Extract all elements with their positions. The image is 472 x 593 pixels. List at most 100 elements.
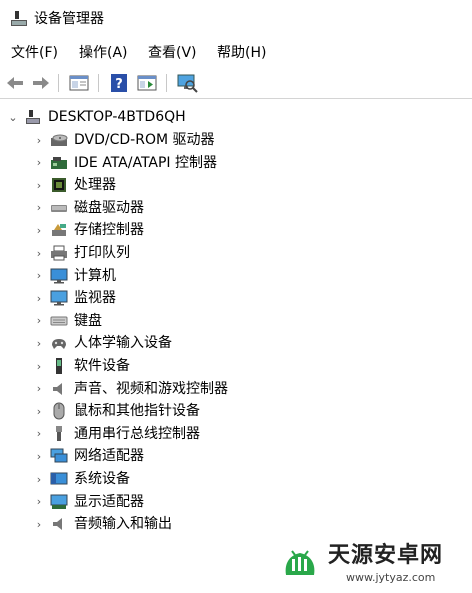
tree-item-label: 存储控制器 xyxy=(74,222,144,239)
properties-button[interactable] xyxy=(68,72,90,94)
tree-item-label: 显示适配器 xyxy=(74,493,144,510)
update-driver-button[interactable] xyxy=(136,72,158,94)
tree-item[interactable]: › IDE ATA/ATAPI 控制器 xyxy=(32,152,217,174)
tree-item[interactable]: › 打印队列 xyxy=(32,242,130,264)
device-tree: ⌄ DESKTOP-4BTD6QH › DVD/CD-ROM 驱动器 › IDE AT… xyxy=(0,100,472,593)
tree-item-label: 音频输入和输出 xyxy=(74,516,172,533)
display-adapter-icon xyxy=(50,493,68,511)
tree-item-label: 通用串行总线控制器 xyxy=(74,425,200,442)
system-device-icon xyxy=(50,470,68,488)
back-icon xyxy=(7,77,23,89)
tree-item[interactable]: › 系统设备 xyxy=(32,468,130,490)
tree-item[interactable]: › 存储控制器 xyxy=(32,219,144,241)
menu-view[interactable]: 查看(V) xyxy=(146,43,199,63)
audio-io-icon xyxy=(50,515,68,533)
menu-help[interactable]: 帮助(H) xyxy=(215,43,268,63)
chevron-right-icon[interactable]: › xyxy=(32,291,46,305)
software-device-icon xyxy=(50,357,68,375)
toolbar-separator xyxy=(166,74,167,92)
tree-item-label: 键盘 xyxy=(74,312,102,329)
processor-icon xyxy=(50,176,68,194)
chevron-right-icon[interactable]: › xyxy=(32,517,46,531)
dvd-icon xyxy=(50,131,68,149)
tree-item-label: 磁盘驱动器 xyxy=(74,199,144,216)
title-bar: 设备管理器 xyxy=(0,0,472,38)
tree-item-label: DVD/CD-ROM 驱动器 xyxy=(74,132,215,148)
chevron-right-icon[interactable]: › xyxy=(32,404,46,418)
chevron-right-icon[interactable]: › xyxy=(32,178,46,192)
disk-drive-icon xyxy=(50,199,68,217)
storage-controller-icon xyxy=(50,221,68,239)
tree-root-node[interactable]: ⌄ DESKTOP-4BTD6QH xyxy=(6,106,186,128)
tree-item-label: 打印队列 xyxy=(74,245,130,261)
chevron-right-icon[interactable]: › xyxy=(32,246,46,260)
tree-item[interactable]: › 人体学输入设备 xyxy=(32,332,172,354)
menu-bar: 文件(F) 操作(A) 查看(V) 帮助(H) xyxy=(0,40,472,66)
tree-item-label: 计算机 xyxy=(74,267,116,284)
ide-controller-icon xyxy=(50,154,68,172)
tree-item-label: IDE ATA/ATAPI 控制器 xyxy=(74,154,218,171)
menu-action[interactable]: 操作(A) xyxy=(77,43,130,63)
chevron-down-icon[interactable]: ⌄ xyxy=(6,110,20,124)
toolbar-separator xyxy=(98,74,99,92)
tree-item-label: 人体学输入设备 xyxy=(74,335,172,352)
tree-item[interactable]: › 声音、视频和游戏控制器 xyxy=(32,378,228,400)
watermark-logo-icon xyxy=(285,550,315,575)
chevron-right-icon[interactable]: › xyxy=(32,201,46,215)
properties-icon xyxy=(69,75,89,91)
chevron-right-icon[interactable]: › xyxy=(32,472,46,486)
toolbar-separator xyxy=(58,74,59,92)
chevron-right-icon[interactable]: › xyxy=(32,269,46,283)
usb-icon xyxy=(50,425,68,443)
svg-text:?: ? xyxy=(115,77,123,92)
help-button[interactable]: ? xyxy=(108,72,130,94)
printer-icon xyxy=(50,244,68,262)
toolbar: ? xyxy=(0,68,472,99)
chevron-right-icon[interactable]: › xyxy=(32,382,46,396)
tree-item[interactable]: › 显示适配器 xyxy=(32,491,144,513)
chevron-right-icon[interactable]: › xyxy=(32,223,46,237)
chevron-right-icon[interactable]: › xyxy=(32,449,46,463)
watermark: 天源安卓网 www.jytyaz.com xyxy=(280,540,472,593)
tree-item-label: 声音、视频和游戏控制器 xyxy=(74,380,228,397)
tree-item[interactable]: › 磁盘驱动器 xyxy=(32,197,144,219)
chevron-right-icon[interactable]: › xyxy=(32,314,46,328)
menu-file[interactable]: 文件(F) xyxy=(9,43,60,63)
device-manager-app-icon xyxy=(11,11,27,26)
tree-item[interactable]: › 软件设备 xyxy=(32,355,130,377)
tree-item-label: 监视器 xyxy=(74,290,116,307)
tree-item[interactable]: › 键盘 xyxy=(32,310,102,332)
scan-hardware-icon xyxy=(177,74,198,93)
tree-item-label: 网络适配器 xyxy=(74,448,144,465)
sound-icon xyxy=(50,380,68,398)
chevron-right-icon[interactable]: › xyxy=(32,359,46,373)
chevron-right-icon[interactable]: › xyxy=(32,156,46,170)
tree-item[interactable]: › 监视器 xyxy=(32,287,116,309)
chevron-right-icon[interactable]: › xyxy=(32,495,46,509)
forward-button[interactable] xyxy=(30,72,52,94)
help-icon: ? xyxy=(111,74,127,92)
tree-item[interactable]: › 通用串行总线控制器 xyxy=(32,423,200,445)
chevron-right-icon[interactable]: › xyxy=(32,336,46,350)
tree-item[interactable]: › 鼠标和其他指针设备 xyxy=(32,400,200,422)
watermark-url: www.jytyaz.com xyxy=(346,571,436,584)
tree-item-label: 系统设备 xyxy=(74,471,130,487)
tree-item[interactable]: › 处理器 xyxy=(32,174,116,196)
hid-icon xyxy=(50,334,68,352)
computer-icon xyxy=(50,267,68,285)
tree-root-label: DESKTOP-4BTD6QH xyxy=(48,109,186,125)
scan-hardware-button[interactable] xyxy=(176,72,198,94)
forward-icon xyxy=(33,77,49,89)
monitor-icon xyxy=(50,289,68,307)
tree-item[interactable]: › DVD/CD-ROM 驱动器 xyxy=(32,129,215,151)
back-button[interactable] xyxy=(4,72,26,94)
tree-item[interactable]: › 计算机 xyxy=(32,265,116,287)
chevron-right-icon[interactable]: › xyxy=(32,427,46,441)
chevron-right-icon[interactable]: › xyxy=(32,133,46,147)
tree-item[interactable]: › 网络适配器 xyxy=(32,445,144,467)
tree-item[interactable]: › 音频输入和输出 xyxy=(32,513,172,535)
computer-root-icon xyxy=(24,108,42,126)
tree-item-label: 处理器 xyxy=(74,177,116,194)
tree-item-label: 软件设备 xyxy=(74,358,130,374)
tree-item-label: 鼠标和其他指针设备 xyxy=(74,403,200,420)
